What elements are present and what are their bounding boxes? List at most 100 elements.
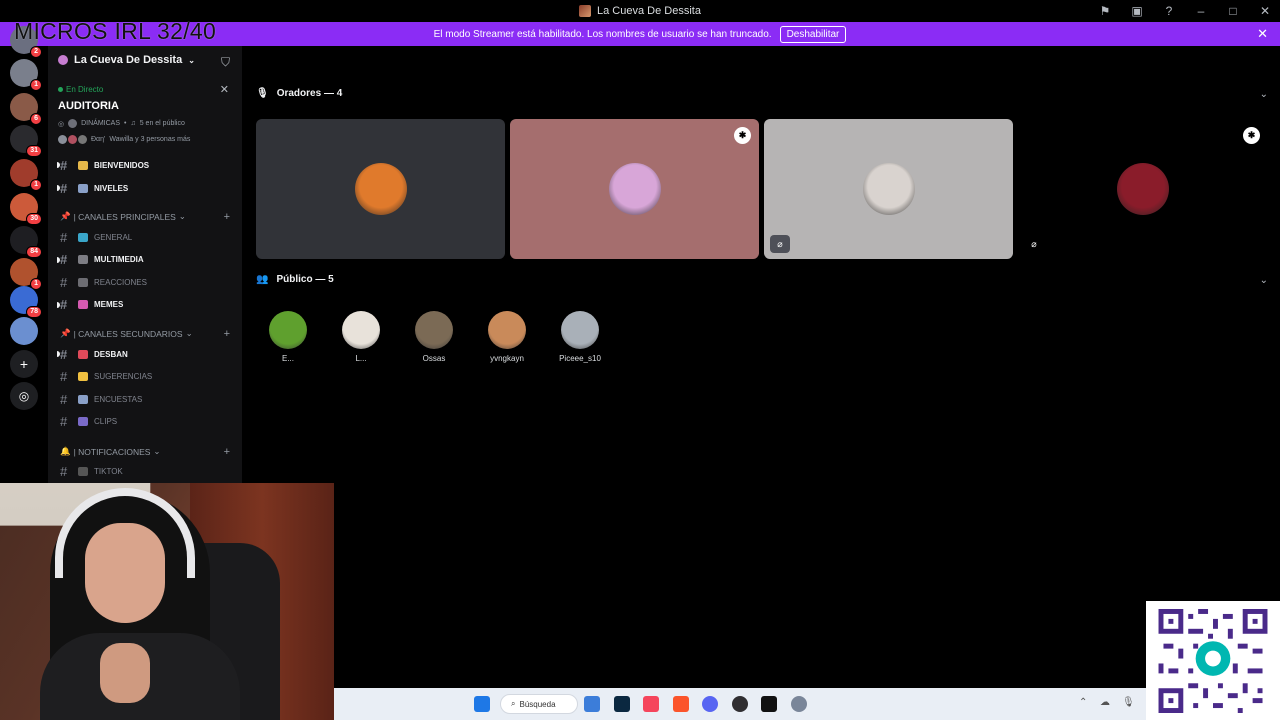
close-stage-icon[interactable]: ✕ [220, 83, 229, 96]
channel-emoji-icon [78, 394, 88, 404]
cloud-icon[interactable]: ☁ [1100, 697, 1110, 708]
chevron-down-icon: ⌄ [188, 55, 195, 65]
server-icon[interactable]: 1 [10, 258, 42, 290]
server-icon[interactable] [10, 317, 38, 345]
hashtag-icon: # [60, 252, 68, 268]
channel-name: GENERAL [94, 232, 133, 242]
speaker-tile[interactable] [256, 119, 505, 259]
channel-item[interactable]: # NIVELES [57, 179, 230, 197]
unread-badge: 6 [30, 113, 42, 125]
unread-badge: 2 [30, 46, 42, 58]
avatar [68, 135, 77, 144]
obs-icon[interactable] [732, 696, 748, 712]
window-title-text: La Cueva De Dessita [597, 5, 701, 17]
speaker-tile[interactable]: ✱ [510, 119, 759, 259]
chevron-up-icon[interactable]: ⌃ [1079, 697, 1087, 708]
speaker-tile[interactable]: ✱ ⌀ [1018, 119, 1268, 259]
add-server-icon[interactable]: + [10, 350, 38, 378]
channel-item[interactable]: # REACCIONES [60, 273, 230, 291]
discord-icon[interactable] [702, 696, 718, 712]
channel-item[interactable]: # MEMES [57, 296, 230, 314]
avatar [488, 311, 526, 349]
channel-item[interactable]: # ENCUESTAS [60, 390, 230, 408]
channel-name: TIKTOK [94, 466, 123, 476]
server-icon[interactable]: 1 [10, 59, 42, 91]
capcut-icon[interactable] [761, 696, 777, 712]
server-icon[interactable]: 84 [10, 226, 42, 258]
channel-emoji-icon [78, 160, 88, 170]
channel-name: SUGERENCIAS [94, 372, 153, 382]
bell-icon: 🔔 [60, 446, 71, 456]
hashtag-icon: # [60, 180, 68, 196]
channel-item[interactable]: # SUGERENCIAS [60, 368, 230, 386]
channel-category[interactable]: 📌 | CANALES PRINCIPALES ⌄ + [60, 211, 230, 223]
audience-member[interactable]: L... [331, 311, 391, 363]
file-explorer-icon[interactable] [584, 696, 600, 712]
webcam-overlay [0, 483, 334, 720]
microphone-tray-icon[interactable]: 🎙 [1122, 697, 1135, 708]
pin-icon: 📌 [60, 328, 71, 338]
audience-member[interactable]: Piceee_s10 [550, 311, 610, 363]
channel-item[interactable]: # DESBAN [57, 345, 230, 363]
disable-streamer-mode-button[interactable]: Deshabilitar [779, 25, 847, 43]
avatar [415, 311, 453, 349]
help-icon[interactable]: ? [1162, 4, 1176, 18]
server-list: 2 1 6 31 1 30 84 1 78 + ◎ [0, 26, 48, 486]
discover-icon[interactable]: ◎ [10, 382, 38, 410]
hashtag-icon: # [60, 463, 68, 479]
channel-item[interactable]: # GENERAL [60, 228, 230, 246]
channel-emoji-icon [78, 372, 88, 382]
speaker-tile[interactable]: ⌀ [764, 119, 1013, 259]
category-name: | CANALES SECUNDARIOS [73, 328, 183, 339]
live-indicator: En Directo [58, 85, 103, 94]
brave-icon[interactable] [673, 696, 689, 712]
banner-close-icon[interactable]: ✕ [1257, 26, 1268, 42]
taskbar-search[interactable]: ⌕ Búsqueda [500, 694, 578, 714]
channel-item[interactable]: # BIENVENIDOS [57, 156, 230, 174]
server-icon[interactable]: 1 [10, 159, 42, 191]
invite-people-icon[interactable]: ⛉ [221, 55, 230, 70]
close-icon[interactable]: ✕ [1258, 4, 1272, 18]
audience-member-name: yvngkayn [490, 354, 524, 363]
stage-channel-name[interactable]: AUDITORIA [58, 100, 119, 112]
stage-info-line-2: Ðαη' Wawilla y 3 personas más [58, 135, 190, 144]
channel-category[interactable]: 🔔 | NOTIFICACIONES ⌄ + [60, 446, 230, 458]
category-name: | NOTIFICACIONES [73, 446, 151, 457]
stage-speakers-text: Wawilla y 3 personas más [109, 136, 191, 143]
minimize-icon[interactable]: – [1194, 4, 1208, 18]
avatar [342, 311, 380, 349]
itunes-icon[interactable] [643, 696, 659, 712]
hashtag-icon: # [60, 297, 68, 313]
windows-start-icon[interactable] [474, 696, 490, 712]
unread-badge: 31 [26, 145, 42, 157]
server-icon[interactable]: 30 [10, 193, 42, 225]
audience-member[interactable]: yvngkayn [477, 311, 537, 363]
audience-member-name: Piceee_s10 [559, 354, 601, 363]
speakers-collapse-chevron-icon[interactable]: ⌄ [1260, 89, 1268, 100]
audience-member-name: Ossas [422, 354, 446, 363]
create-channel-icon[interactable]: + [224, 211, 230, 223]
audience-member[interactable]: Ossas [404, 311, 464, 363]
audience-collapse-chevron-icon[interactable]: ⌄ [1260, 275, 1268, 286]
inbox-icon[interactable]: ▣ [1130, 4, 1144, 18]
channel-category[interactable]: 📌 | CANALES SECUNDARIOS ⌄ + [60, 328, 230, 340]
muted-microphone-icon: ⌀ [770, 235, 790, 253]
maximize-icon[interactable]: □ [1226, 4, 1240, 18]
channel-item[interactable]: # CLIPS [60, 413, 230, 431]
channel-emoji-icon [78, 349, 88, 359]
channel-item[interactable]: # MULTIMEDIA [57, 251, 230, 269]
channel-emoji-icon [78, 232, 88, 242]
create-channel-icon[interactable]: + [224, 328, 230, 340]
server-icon[interactable]: 6 [10, 93, 42, 125]
settings-icon[interactable] [791, 696, 807, 712]
chevron-down-icon: ⌄ [185, 328, 193, 338]
flag-icon[interactable]: ⚑ [1098, 4, 1112, 18]
server-icon[interactable]: 31 [10, 125, 42, 157]
channel-name: CLIPS [94, 417, 118, 427]
photoshop-icon[interactable] [614, 696, 630, 712]
guild-header[interactable]: La Cueva De Dessita ⌄ [58, 54, 195, 66]
channel-item[interactable]: # TIKTOK [60, 462, 230, 480]
audience-member[interactable]: E... [258, 311, 318, 363]
server-icon[interactable]: 78 [10, 286, 42, 318]
create-channel-icon[interactable]: + [224, 446, 230, 458]
